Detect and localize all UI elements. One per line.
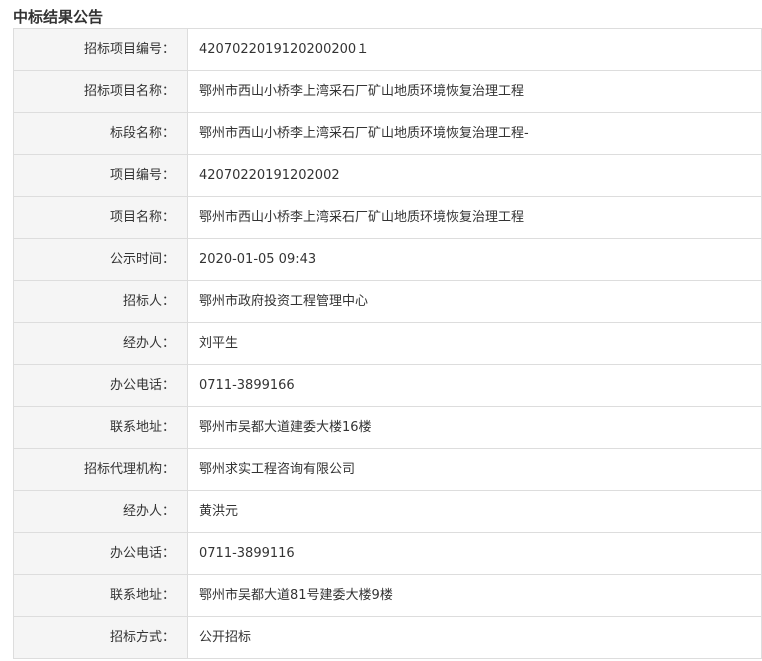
row-tenderer: 招标人： 鄂州市政府投资工程管理中心: [13, 280, 762, 323]
row-label: 公示时间：: [13, 238, 188, 281]
row-label: 招标人：: [13, 280, 188, 323]
row-value: 42070220191202002: [187, 154, 762, 197]
row-value: 0711-3899166: [187, 364, 762, 407]
row-value: 4207022019120200200１: [187, 28, 762, 71]
row-tenderer-contact: 经办人： 刘平生: [13, 322, 762, 365]
row-label: 项目名称：: [13, 196, 188, 239]
row-bid-method: 招标方式： 公开招标: [13, 616, 762, 659]
row-value: 鄂州求实工程咨询有限公司: [187, 448, 762, 491]
row-agency: 招标代理机构： 鄂州求实工程咨询有限公司: [13, 448, 762, 491]
row-label: 办公电话：: [13, 532, 188, 575]
row-tenderer-phone: 办公电话： 0711-3899166: [13, 364, 762, 407]
row-value: 鄂州市政府投资工程管理中心: [187, 280, 762, 323]
row-value: 黄洪元: [187, 490, 762, 533]
row-value: 2020-01-05 09:43: [187, 238, 762, 281]
row-project-name: 项目名称： 鄂州市西山小桥李上湾采石厂矿山地质环境恢复治理工程: [13, 196, 762, 239]
row-label: 联系地址：: [13, 574, 188, 617]
row-label: 办公电话：: [13, 364, 188, 407]
row-agency-phone: 办公电话： 0711-3899116: [13, 532, 762, 575]
row-value: 鄂州市吴都大道81号建委大楼9楼: [187, 574, 762, 617]
row-value: 0711-3899116: [187, 532, 762, 575]
row-label: 招标代理机构：: [13, 448, 188, 491]
row-value: 鄂州市西山小桥李上湾采石厂矿山地质环境恢复治理工程-: [187, 112, 762, 155]
announcement-table: 招标项目编号： 4207022019120200200１ 招标项目名称： 鄂州市…: [13, 28, 762, 659]
row-label: 经办人：: [13, 322, 188, 365]
row-value: 刘平生: [187, 322, 762, 365]
row-value: 鄂州市西山小桥李上湾采石厂矿山地质环境恢复治理工程: [187, 70, 762, 113]
row-value: 鄂州市西山小桥李上湾采石厂矿山地质环境恢复治理工程: [187, 196, 762, 239]
row-label: 标段名称：: [13, 112, 188, 155]
row-publish-time: 公示时间： 2020-01-05 09:43: [13, 238, 762, 281]
row-agency-address: 联系地址： 鄂州市吴都大道81号建委大楼9楼: [13, 574, 762, 617]
row-label: 招标项目名称：: [13, 70, 188, 113]
row-label: 招标方式：: [13, 616, 188, 659]
row-project-number: 项目编号： 42070220191202002: [13, 154, 762, 197]
row-value: 公开招标: [187, 616, 762, 659]
row-label: 经办人：: [13, 490, 188, 533]
row-label: 联系地址：: [13, 406, 188, 449]
row-agency-contact: 经办人： 黄洪元: [13, 490, 762, 533]
row-section-name: 标段名称： 鄂州市西山小桥李上湾采石厂矿山地质环境恢复治理工程-: [13, 112, 762, 155]
row-label: 招标项目编号：: [13, 28, 188, 71]
row-value: 鄂州市吴都大道建委大楼16楼: [187, 406, 762, 449]
row-tenderer-address: 联系地址： 鄂州市吴都大道建委大楼16楼: [13, 406, 762, 449]
page-title: 中标结果公告: [13, 8, 104, 26]
row-bid-project-name: 招标项目名称： 鄂州市西山小桥李上湾采石厂矿山地质环境恢复治理工程: [13, 70, 762, 113]
row-bid-project-number: 招标项目编号： 4207022019120200200１: [13, 28, 762, 71]
row-label: 项目编号：: [13, 154, 188, 197]
